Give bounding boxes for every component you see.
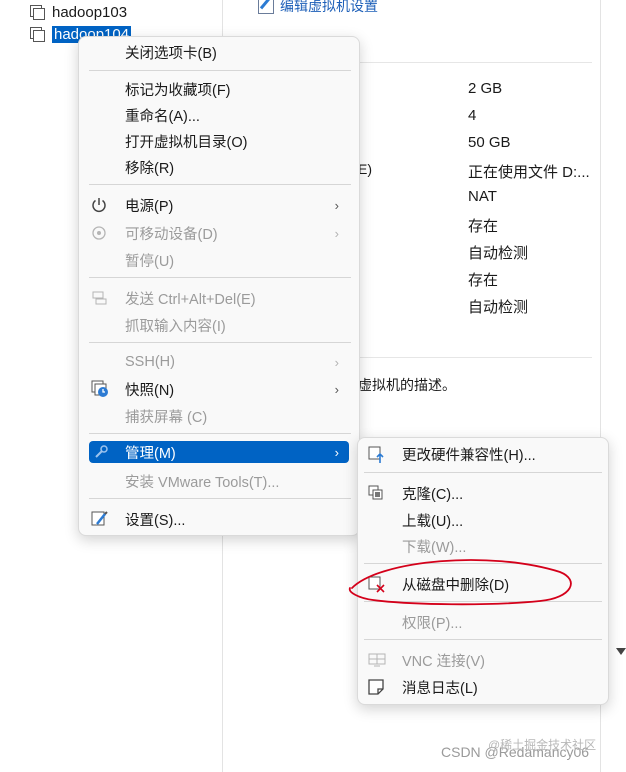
- menu-label: 电源(P): [125, 198, 174, 215]
- vm-icon: [30, 5, 45, 20]
- wrench-icon: [95, 445, 108, 458]
- menu-label: VNC 连接(V): [402, 653, 485, 670]
- detail-processors: 4: [468, 107, 477, 124]
- menu-label: 捕获屏幕 (C): [125, 409, 208, 426]
- menu-ssh[interactable]: SSH(H) ›: [89, 349, 349, 375]
- menu-label: 抓取输入内容(I): [125, 318, 226, 335]
- watermark-secondary: @稀土掘金技术社区: [488, 738, 597, 752]
- menu-label: 管理(M): [125, 445, 176, 462]
- snapshot-icon: [91, 380, 108, 397]
- menu-settings[interactable]: 设置(S)...: [89, 506, 349, 532]
- chevron-right-icon: ›: [334, 354, 339, 370]
- tree-item-label: hadoop103: [52, 3, 128, 21]
- menu-label: 暂停(U): [125, 253, 175, 270]
- chevron-right-icon: ›: [334, 444, 339, 460]
- menu-rename[interactable]: 重命名(A)...: [89, 102, 349, 128]
- vnc-icon: [368, 653, 386, 667]
- menu-snapshot[interactable]: 快照(N) ›: [89, 376, 349, 402]
- detail-disk: 50 GB: [468, 134, 511, 151]
- menu-removable-devices[interactable]: 可移动设备(D) ›: [89, 220, 349, 246]
- submenu-vnc-connection[interactable]: VNC 连接(V): [364, 647, 602, 673]
- menu-pause[interactable]: 暂停(U): [89, 247, 349, 273]
- clone-icon: [368, 485, 383, 500]
- menu-close-tab[interactable]: 关闭选项卡(B): [89, 39, 349, 65]
- menu-separator: [89, 277, 351, 278]
- power-icon: [92, 198, 106, 213]
- annotation-circle: [348, 559, 572, 606]
- menu-label: SSH(H): [125, 354, 175, 370]
- menu-separator: [364, 472, 602, 473]
- edit-vm-settings-label: 编辑虚拟机设置: [280, 0, 378, 14]
- menu-label: 关闭选项卡(B): [125, 45, 217, 62]
- menu-separator: [89, 70, 351, 71]
- description-text: 虚拟机的描述。: [358, 377, 456, 393]
- menu-separator: [364, 639, 602, 640]
- detail-cd-dvd: 正在使用文件 D:...: [468, 164, 590, 181]
- menu-remove[interactable]: 移除(R): [89, 154, 349, 180]
- message-log-icon: [368, 679, 384, 695]
- menu-grab-input[interactable]: 抓取输入内容(I): [89, 312, 349, 338]
- edit-icon: [258, 0, 274, 14]
- detail-memory: 2 GB: [468, 80, 503, 97]
- removable-device-icon: [92, 226, 106, 240]
- menu-send-ctrl-alt-del[interactable]: 发送 Ctrl+Alt+Del(E): [89, 285, 349, 311]
- menu-label: 移除(R): [125, 160, 175, 177]
- detail-printer: 存在: [468, 272, 499, 289]
- detail-sound: 自动检测: [468, 245, 529, 262]
- tree-item-hadoop103[interactable]: hadoop103: [30, 2, 127, 22]
- context-menu: 关闭选项卡(B) 标记为收藏项(F) 重命名(A)... 打开虚拟机目录(O) …: [78, 36, 360, 536]
- menu-separator: [89, 184, 351, 185]
- menu-manage[interactable]: 管理(M) ›: [89, 441, 349, 463]
- menu-label: 快照(N): [125, 382, 175, 399]
- submenu-clone[interactable]: 克隆(C)...: [364, 480, 602, 506]
- menu-install-vmware-tools[interactable]: 安装 VMware Tools(T)...: [89, 468, 349, 494]
- chevron-right-icon: ›: [334, 381, 339, 397]
- chevron-right-icon: ›: [334, 197, 339, 213]
- submenu-message-log[interactable]: 消息日志(L): [364, 674, 602, 700]
- detail-network: NAT: [468, 188, 497, 205]
- detail-label-fragment: E): [358, 161, 372, 177]
- divider: [352, 357, 592, 358]
- menu-mark-favorite[interactable]: 标记为收藏项(F): [89, 76, 349, 102]
- menu-label: 重命名(A)...: [125, 108, 200, 125]
- menu-separator: [89, 498, 351, 499]
- menu-label: 权限(P)...: [402, 615, 463, 632]
- detail-display: 自动检测: [468, 299, 529, 316]
- upgrade-icon: [368, 446, 384, 463]
- menu-open-vm-folder[interactable]: 打开虚拟机目录(O): [89, 128, 349, 154]
- submenu-change-hardware-compat[interactable]: 更改硬件兼容性(H)...: [364, 441, 602, 467]
- menu-label: 克隆(C)...: [402, 486, 464, 503]
- vm-icon: [30, 27, 45, 42]
- menu-label: 可移动设备(D): [125, 226, 218, 243]
- menu-label: 消息日志(L): [402, 680, 478, 697]
- scroll-down-arrow-icon[interactable]: [616, 648, 626, 655]
- menu-separator: [89, 342, 351, 343]
- chevron-right-icon: ›: [334, 225, 339, 241]
- submenu-upload[interactable]: 上载(U)...: [364, 507, 602, 533]
- detail-usb: 存在: [468, 218, 499, 235]
- menu-label: 打开虚拟机目录(O): [125, 134, 248, 151]
- menu-label: 发送 Ctrl+Alt+Del(E): [125, 291, 256, 308]
- menu-label: 标记为收藏项(F): [125, 82, 231, 99]
- menu-label: 上载(U)...: [402, 513, 464, 530]
- settings-icon: [91, 511, 108, 526]
- menu-capture-screen[interactable]: 捕获屏幕 (C): [89, 403, 349, 429]
- divider: [352, 62, 592, 63]
- submenu-permissions[interactable]: 权限(P)...: [364, 609, 602, 635]
- menu-label: 安装 VMware Tools(T)...: [125, 474, 280, 491]
- keyboard-icon: [92, 291, 107, 305]
- menu-separator: [89, 433, 351, 434]
- menu-power[interactable]: 电源(P) ›: [89, 192, 349, 218]
- menu-label: 设置(S)...: [125, 512, 186, 529]
- menu-label: 更改硬件兼容性(H)...: [402, 447, 536, 464]
- edit-vm-settings-link[interactable]: 编辑虚拟机设置: [258, 0, 378, 16]
